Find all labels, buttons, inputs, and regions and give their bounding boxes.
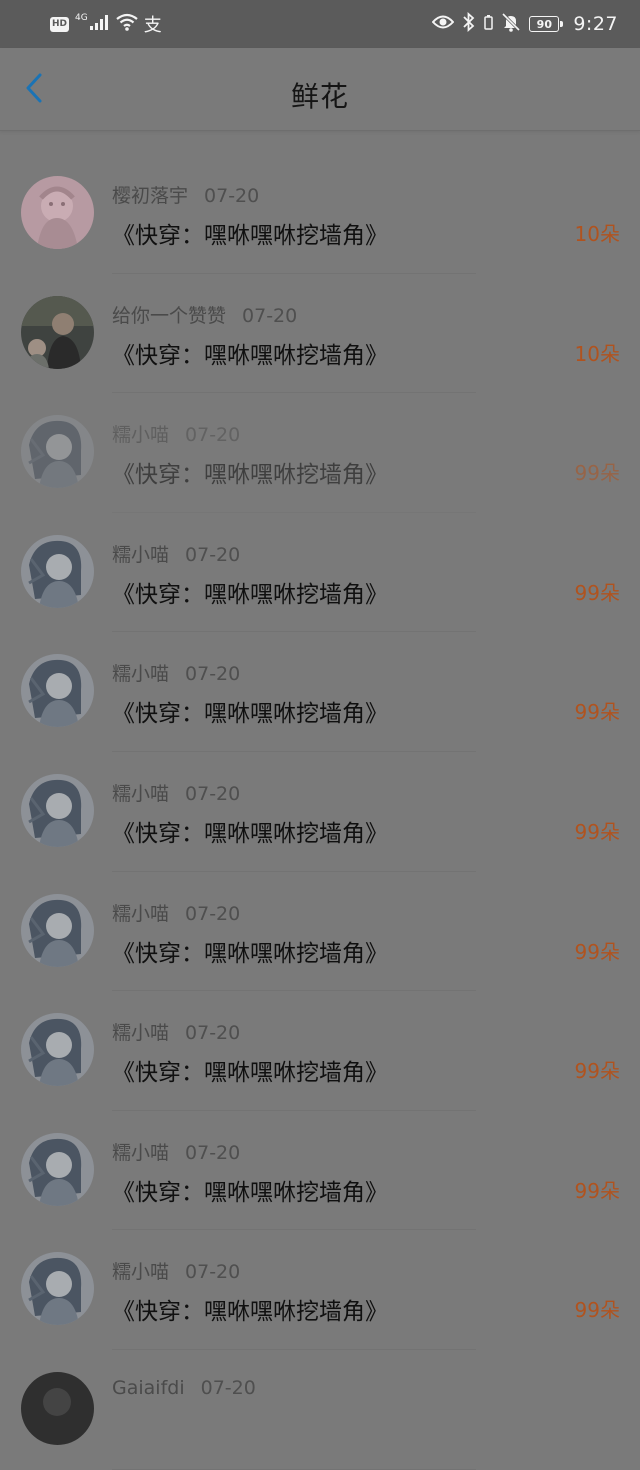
username: 糯小喵 [112,1261,170,1284]
list-item[interactable]: 糯小喵 07-20 《快穿：嘿咻嘿咻挖墙角》 99朵 [0,991,640,1111]
avatar[interactable] [21,1013,94,1087]
book-title: 《快穿：嘿咻嘿咻挖墙角》 [112,342,388,369]
book-title: 《快穿：嘿咻嘿咻挖墙角》 [112,701,388,728]
avatar[interactable] [21,1132,94,1206]
status-right: 90 9:27 [431,10,618,38]
date: 07-20 [185,1141,241,1164]
flower-amount: 99朵 [574,939,620,964]
item-meta: 糯小喵 07-20 [112,1257,240,1284]
avatar[interactable] [21,654,94,728]
date: 07-20 [185,1022,241,1045]
book-title: 《快穿：嘿咻嘿咻挖墙角》 [112,462,388,489]
username: 糯小喵 [112,424,170,447]
signal-icon [89,14,110,34]
flower-amount: 10朵 [574,222,620,246]
list-item[interactable]: 糯小喵 07-20 《快穿：嘿咻嘿咻挖墙角》 99朵 [0,1230,640,1350]
list-item[interactable]: 樱初落宇 07-20 《快穿：嘿咻嘿咻挖墙角》 10朵 [0,154,640,274]
list-item[interactable]: 糯小喵 07-20 《快穿：嘿咻嘿咻挖墙角》 99朵 [0,1111,640,1231]
date: 07-20 [242,304,298,327]
username: 糯小喵 [112,782,170,805]
date: 07-20 [185,902,241,925]
list-item[interactable]: 糯小喵 07-20 《快穿：嘿咻嘿咻挖墙角》 99朵 [0,632,640,752]
book-title: 《快穿：嘿咻嘿咻挖墙角》 [112,1299,388,1326]
item-meta: 糯小喵 07-20 [112,899,240,926]
username: 樱初落宇 [112,185,189,207]
book-title: 《快穿：嘿咻嘿咻挖墙角》 [112,1179,388,1206]
username: 糯小喵 [112,663,170,686]
book-title: 《快穿：嘿咻嘿咻挖墙角》 [112,581,388,608]
avatar[interactable] [21,893,94,967]
list-item[interactable]: 糯小喵 07-20 《快穿：嘿咻嘿咻挖墙角》 99朵 [0,872,640,992]
item-meta: 樱初落宇 07-20 [112,181,259,208]
hd-badge: HD [50,16,69,32]
avatar[interactable] [21,1252,94,1326]
mute-icon [501,12,521,36]
book-title: 《快穿：嘿咻嘿咻挖墙角》 [112,820,388,847]
alipay-icon: 支 [143,15,162,36]
item-meta: 糯小喵 07-20 [112,540,240,567]
flower-amount: 99朵 [574,1178,620,1203]
flower-amount: 99朵 [574,580,620,605]
date: 07-20 [185,782,241,805]
item-meta: 给你一个赞赞 07-20 [112,301,297,328]
flower-amount: 99朵 [574,1059,620,1084]
item-meta: Gaiaifdi 07-20 [112,1377,256,1399]
battery-icon: 90 [529,16,564,32]
battery-small-icon [484,14,494,34]
status-bar: HD 4G 支 90 9:27 [0,0,640,48]
top-bar: 鲜花 [0,48,640,131]
book-title: 《快穿：嘿咻嘿咻挖墙角》 [112,223,388,249]
flower-amount: 99朵 [574,1298,620,1323]
network-type: 4G [75,13,88,23]
list-item[interactable]: 糯小喵 07-20 《快穿：嘿咻嘿咻挖墙角》 99朵 [0,752,640,872]
flower-amount: 99朵 [574,819,620,844]
date: 07-20 [185,543,241,566]
date: 07-20 [185,1261,241,1284]
username: 糯小喵 [112,902,170,925]
avatar[interactable] [21,295,94,369]
item-meta: 糯小喵 07-20 [112,1018,240,1045]
flower-amount: 99朵 [574,461,620,486]
item-meta: 糯小喵 07-20 [112,779,240,806]
avatar[interactable] [21,773,94,847]
username: 给你一个赞赞 [112,304,227,327]
flower-amount: 10朵 [574,341,620,366]
item-meta: 糯小喵 07-20 [112,420,240,447]
item-meta: 糯小喵 07-20 [112,1138,240,1165]
date: 07-20 [185,424,241,447]
page-title: 鲜花 [290,80,349,113]
date: 07-20 [185,663,241,686]
username: 糯小喵 [112,1141,170,1164]
avatar[interactable] [21,415,94,489]
bluetooth-icon [462,11,476,36]
status-left: HD 4G 支 [50,10,162,38]
username: 糯小喵 [112,1022,170,1045]
avatar[interactable] [21,1371,94,1445]
book-title: 《快穿：嘿咻嘿咻挖墙角》 [112,940,388,967]
eye-icon [431,14,455,34]
list-item[interactable]: 给你一个赞赞 07-20 《快穿：嘿咻嘿咻挖墙角》 10朵 [0,274,640,394]
date: 07-20 [204,185,260,207]
avatar[interactable] [21,176,94,249]
date: 07-20 [200,1376,256,1399]
list-item[interactable]: 糯小喵 07-20 《快穿：嘿咻嘿咻挖墙角》 99朵 [0,513,640,633]
clock: 9:27 [573,13,618,35]
list-item[interactable]: Gaiaifdi 07-20 [0,1350,640,1470]
username: 糯小喵 [112,543,170,566]
flower-record-list: 樱初落宇 07-20 《快穿：嘿咻嘿咻挖墙角》 10朵 给你一个赞赞 07-20 《快穿：嘿… [0,154,640,1470]
book-title: 《快穿：嘿咻嘿咻挖墙角》 [112,1060,388,1087]
avatar[interactable] [21,534,94,608]
list-item[interactable]: 糯小喵 07-20 《快穿：嘿咻嘿咻挖墙角》 99朵 [0,393,640,513]
flower-amount: 99朵 [574,700,620,725]
username: Gaiaifdi [112,1376,185,1399]
wifi-icon [116,13,138,35]
item-meta: 糯小喵 07-20 [112,659,240,686]
